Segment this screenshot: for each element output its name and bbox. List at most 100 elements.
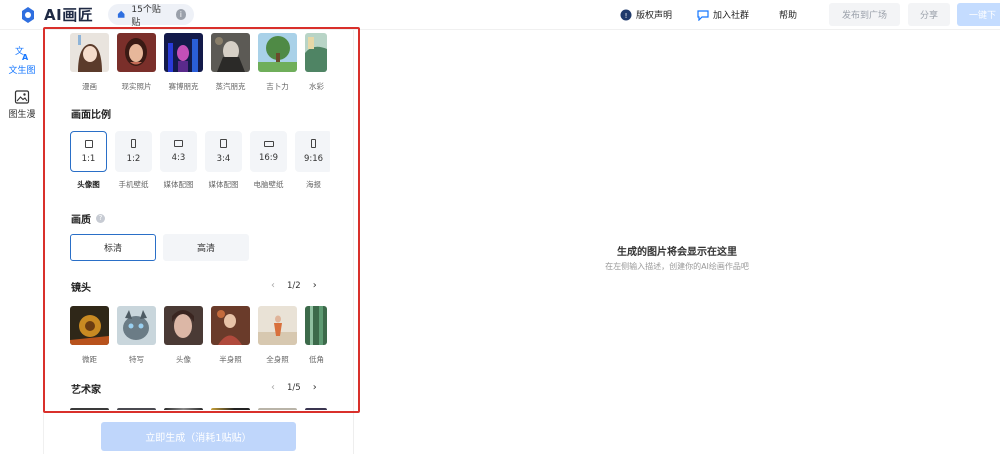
- ratio-card[interactable]: 9:16: [295, 131, 330, 172]
- shot-thumbnail: [164, 306, 203, 345]
- ratio-label: 媒体配图: [163, 180, 194, 189]
- shot-item-low-angle[interactable]: 低角: [305, 306, 327, 365]
- shot-item-closeup[interactable]: 特写: [117, 306, 156, 365]
- publish-button[interactable]: 发布到广场: [829, 3, 900, 26]
- ratio-section-title: 画面比例: [71, 106, 111, 121]
- sidenav-label: 文生图: [8, 66, 36, 76]
- artist-thumbnail[interactable]: [70, 408, 109, 410]
- share-button[interactable]: 分享: [908, 3, 950, 26]
- shot-list: 微距 特写 头像 半身照 全身照 低角: [70, 306, 327, 365]
- shot-label: 头像: [176, 355, 191, 364]
- quality-title: 画质: [71, 215, 91, 226]
- chevron-right-icon[interactable]: ›: [313, 280, 317, 291]
- app-title: AI画匠: [44, 6, 94, 24]
- side-nav: 文 A 文生图 图生漫: [0, 31, 44, 454]
- portrait-icon: [131, 139, 136, 148]
- copyright-link[interactable]: ! 版权声明: [620, 8, 672, 21]
- ratio-card[interactable]: 1:1: [70, 131, 107, 172]
- app-logo[interactable]: AI画匠: [18, 4, 93, 25]
- chevron-left-icon[interactable]: ‹: [271, 382, 275, 393]
- shot-item-macro[interactable]: 微距: [70, 306, 109, 365]
- generate-button[interactable]: 立即生成（消耗1贴贴）: [101, 422, 296, 451]
- shot-label: 全身照: [266, 355, 289, 364]
- ratio-label: 头像图: [77, 180, 100, 189]
- sidenav-item-image-to-comic[interactable]: 图生漫: [0, 89, 44, 120]
- ratio-option-1-2[interactable]: 1:2 手机壁纸: [115, 131, 152, 190]
- shot-thumbnail: [211, 306, 250, 345]
- style-item-ghibli[interactable]: 吉卜力: [258, 33, 297, 92]
- ratio-option-16-9[interactable]: 16:9 电脑壁纸: [250, 131, 287, 190]
- ratio-card[interactable]: 4:3: [160, 131, 197, 172]
- quality-hd-button[interactable]: 高清: [163, 234, 249, 261]
- settings-scroll-area[interactable]: 漫画 现实照片 赛博朋克 蒸汽朋克 吉卜力 水彩 画面比例 1:1 头像图 1:…: [70, 30, 330, 410]
- image-icon: [14, 90, 30, 104]
- ratio-label: 媒体配图: [208, 180, 239, 189]
- ratio-value: 16:9: [258, 152, 279, 163]
- copyright-label: 版权声明: [636, 11, 673, 21]
- ratio-value: 9:16: [303, 154, 324, 164]
- shot-label: 半身照: [219, 355, 242, 364]
- download-button[interactable]: 一键下: [957, 3, 1000, 26]
- help-link[interactable]: 帮助: [779, 8, 797, 21]
- portrait-icon: [220, 139, 227, 148]
- artist-thumbnail[interactable]: [117, 408, 156, 410]
- square-icon: [84, 139, 93, 148]
- style-thumbnail: [258, 33, 297, 72]
- style-item-photo[interactable]: 现实照片: [117, 33, 156, 92]
- chevron-right-icon[interactable]: ›: [313, 382, 317, 393]
- style-label: 赛博朋克: [168, 82, 199, 91]
- artist-thumbnail[interactable]: [258, 408, 297, 410]
- ratio-label: 海报: [306, 180, 321, 189]
- shot-thumbnail: [117, 306, 156, 345]
- ratio-card[interactable]: 16:9: [250, 131, 287, 172]
- shot-item-headshot[interactable]: 头像: [164, 306, 203, 365]
- ratio-option-4-3[interactable]: 4:3 媒体配图: [160, 131, 197, 190]
- style-item-watercolor[interactable]: 水彩: [305, 33, 327, 92]
- info-icon[interactable]: i: [175, 9, 186, 20]
- preview-placeholder-subtitle: 在左侧输入描述，创建你的AI绘画作品吧: [605, 262, 749, 271]
- ratio-option-9-16[interactable]: 9:16 海报: [295, 131, 330, 190]
- ratio-card[interactable]: 3:4: [205, 131, 242, 172]
- community-link[interactable]: 加入社群: [697, 8, 749, 21]
- sidenav-item-text-to-image[interactable]: 文 A 文生图: [0, 45, 44, 76]
- style-thumbnail: [211, 33, 250, 72]
- style-label: 漫画: [82, 82, 97, 91]
- help-icon[interactable]: ?: [96, 214, 105, 223]
- shot-thumbnail: [70, 306, 109, 345]
- style-label: 吉卜力: [266, 82, 289, 91]
- ratio-value: 1:1: [81, 153, 96, 164]
- ratio-value: 4:3: [171, 153, 186, 163]
- chevron-left-icon[interactable]: ‹: [271, 280, 275, 291]
- artist-thumbnail[interactable]: [164, 408, 203, 410]
- style-thumbnail: [70, 33, 109, 72]
- ratio-card[interactable]: 1:2: [115, 131, 152, 172]
- shot-item-full-body[interactable]: 全身照: [258, 306, 297, 365]
- shot-thumbnail: [258, 306, 297, 345]
- style-thumbnail: [117, 33, 156, 72]
- style-list: 漫画 现实照片 赛博朋克 蒸汽朋克 吉卜力 水彩: [70, 33, 327, 92]
- ratio-option-1-1[interactable]: 1:1 头像图: [70, 131, 107, 190]
- ratio-option-3-4[interactable]: 3:4 媒体配图: [205, 131, 242, 190]
- shot-pager: ‹ 1/2 ›: [271, 280, 317, 291]
- ratio-title: 画面比例: [71, 110, 111, 121]
- widescreen-icon: [263, 140, 274, 147]
- artist-page-indicator: 1/5: [287, 382, 301, 393]
- style-item-cyberpunk[interactable]: 赛博朋克: [164, 33, 203, 92]
- credits-label: 15个贴贴: [131, 4, 161, 28]
- credits-badge[interactable]: 15个贴贴 i: [108, 4, 194, 28]
- quality-standard-button[interactable]: 标清: [70, 234, 156, 261]
- quality-section-title: 画质 ?: [71, 211, 105, 226]
- artist-section-title: 艺术家: [71, 381, 101, 396]
- shot-title: 镜头: [71, 283, 91, 294]
- shot-thumbnail: [305, 306, 327, 345]
- credit-icon: [117, 10, 125, 18]
- shot-item-half-body[interactable]: 半身照: [211, 306, 250, 365]
- style-item-steampunk[interactable]: 蒸汽朋克: [211, 33, 250, 92]
- artist-thumbnail[interactable]: [211, 408, 250, 410]
- style-item-comic[interactable]: 漫画: [70, 33, 109, 92]
- ratio-value: 3:4: [216, 154, 231, 164]
- artist-title: 艺术家: [71, 385, 101, 396]
- svg-text:!: !: [625, 12, 628, 20]
- copyright-icon: !: [620, 9, 632, 20]
- artist-thumbnail[interactable]: [305, 408, 327, 410]
